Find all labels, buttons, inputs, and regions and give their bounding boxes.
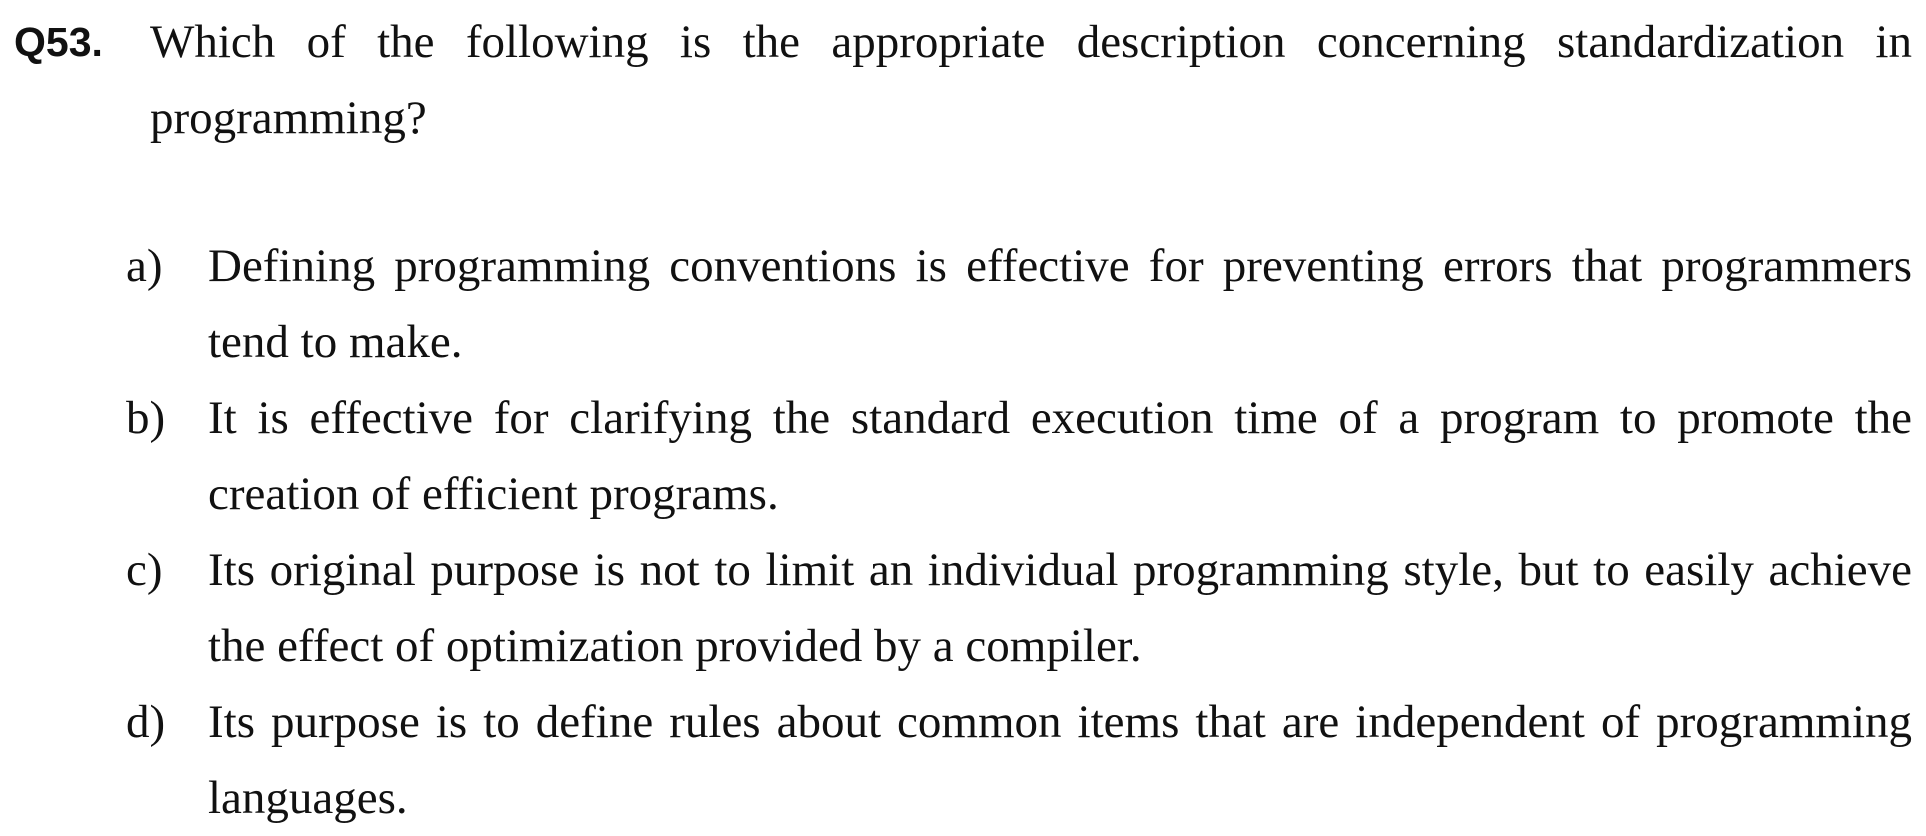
option-letter: c) [126,544,163,596]
option-a: a) Defining programming conventions is e… [126,228,1912,380]
option-text: It is effective for clarifying the stand… [208,392,1912,520]
option-letter: b) [126,392,166,444]
question-block: Q53. Which of the following is the appro… [14,4,1912,156]
question-number: Q53. [14,19,103,65]
option-c: c) Its original purpose is not to limit … [126,532,1912,684]
option-d: d) Its purpose is to define rules about … [126,684,1912,836]
option-text: Its original purpose is not to limit an … [208,544,1912,672]
option-text: Defining programming conventions is effe… [208,240,1912,368]
question-text: Which of the following is the appropriat… [150,16,1912,144]
option-b: b) It is effective for clarifying the st… [126,380,1912,532]
option-letter: d) [126,696,166,748]
option-letter: a) [126,240,163,292]
option-text: Its purpose is to define rules about com… [208,696,1912,824]
answer-options: a) Defining programming conventions is e… [126,228,1912,836]
